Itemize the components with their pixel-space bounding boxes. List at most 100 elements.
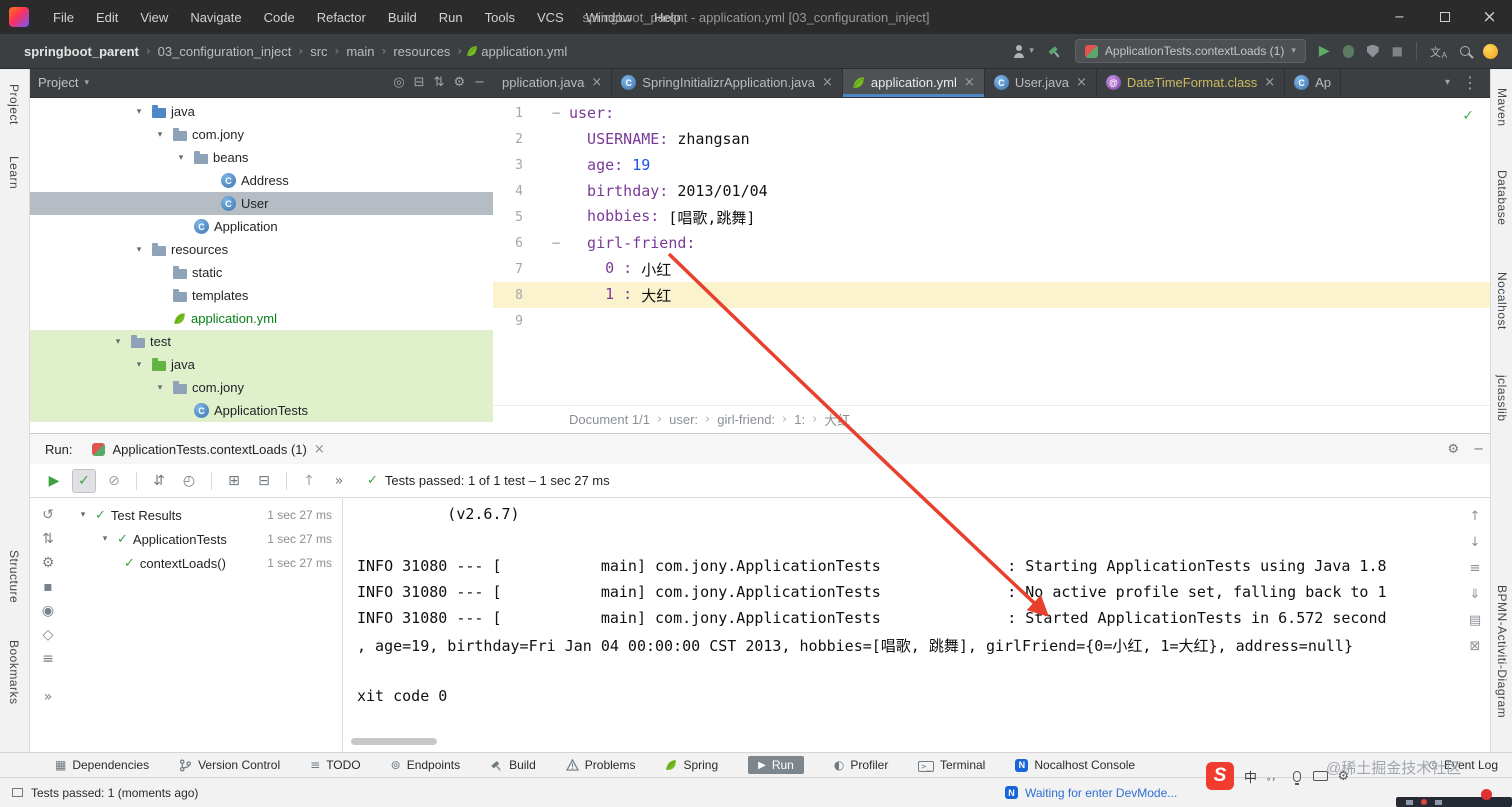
fold-icon[interactable] <box>523 236 569 250</box>
soft-wrap-icon[interactable] <box>1470 561 1481 576</box>
debug-button[interactable] <box>1342 44 1354 58</box>
test-tree-row[interactable]: Test Results 1 sec 27 ms <box>66 503 342 527</box>
search-icon[interactable] <box>1460 46 1470 56</box>
expand-chevron-icon[interactable] <box>152 130 168 140</box>
toolwindow-profiler[interactable]: Profiler <box>834 758 888 772</box>
test-console[interactable]: (v2.6.7) INFO 31080 --- [ main] com.jony… <box>343 499 1460 752</box>
ime-language-toggle[interactable]: 中 <box>1244 767 1257 786</box>
close-icon[interactable] <box>1467 0 1512 34</box>
more-actions-icon[interactable] <box>327 469 351 493</box>
clear-console-icon[interactable] <box>1470 639 1481 654</box>
toggle-layout-icon[interactable] <box>42 531 54 547</box>
toolwindow-nocalhost-console[interactable]: Nocalhost Console <box>1015 758 1135 772</box>
toolwindow-bpmn[interactable]: BPMN-Activiti-Diagram <box>1495 585 1509 718</box>
hide-panel-icon[interactable] <box>1473 442 1484 457</box>
expand-chevron-icon[interactable] <box>131 107 147 117</box>
breadcrumb-file[interactable]: application.yml <box>478 44 570 59</box>
close-icon[interactable] <box>591 75 602 90</box>
tree-row-application-yml[interactable]: application.yml <box>30 307 493 330</box>
scroll-to-end-icon[interactable] <box>1470 587 1481 602</box>
toolwindow-problems[interactable]: Problems <box>565 758 635 772</box>
ime-punctuation-toggle[interactable]: 。， <box>1267 770 1281 783</box>
microphone-icon[interactable] <box>1292 770 1301 785</box>
print-icon[interactable] <box>1469 613 1481 628</box>
close-icon[interactable] <box>964 75 975 90</box>
menu-item-code[interactable]: Code <box>253 0 306 34</box>
test-settings-icon[interactable] <box>42 555 55 571</box>
tab-datetimeformat-class[interactable]: DateTimeFormat.class <box>1097 68 1286 97</box>
more-icon[interactable] <box>44 689 53 705</box>
breadcrumb-src[interactable]: src <box>307 44 330 59</box>
breadcrumb-index[interactable]: 1: <box>790 412 809 427</box>
show-passed-toggle[interactable] <box>72 468 96 493</box>
sogou-logo-icon[interactable] <box>1206 762 1234 790</box>
chevron-down-icon[interactable] <box>84 78 89 88</box>
menu-item-tools[interactable]: Tools <box>474 0 526 34</box>
expand-chevron-icon[interactable] <box>110 337 126 347</box>
tree-row-java[interactable]: java <box>30 100 493 123</box>
scroll-sync-icon[interactable] <box>434 75 445 90</box>
devmode-status[interactable]: Waiting for enter DevMode... <box>1005 786 1177 800</box>
tree-row-com-jony[interactable]: com.jony <box>30 123 493 146</box>
stop-button[interactable] <box>1392 44 1403 58</box>
menu-item-edit[interactable]: Edit <box>85 0 129 34</box>
toolwindow-endpoints[interactable]: Endpoints <box>391 758 460 772</box>
toolwindow-version-control[interactable]: Version Control <box>179 758 280 772</box>
horizontal-scrollbar[interactable] <box>351 738 437 745</box>
run-configuration-select[interactable]: ApplicationTests.contextLoads (1) <box>1074 39 1306 63</box>
minimize-icon[interactable] <box>1377 0 1422 34</box>
locate-file-icon[interactable] <box>393 75 404 90</box>
menu-item-build[interactable]: Build <box>377 0 428 34</box>
tree-row-beans[interactable]: beans <box>30 146 493 169</box>
capture-icon[interactable] <box>42 603 54 619</box>
hide-panel-icon[interactable] <box>474 75 485 90</box>
code-line[interactable]: 7 0 : 小红 <box>493 256 1490 282</box>
menu-item-navigate[interactable]: Navigate <box>179 0 252 34</box>
close-icon[interactable] <box>1264 75 1275 90</box>
project-panel-title[interactable]: Project <box>38 75 78 90</box>
tab-application-yml[interactable]: application.yml <box>842 68 985 97</box>
close-icon[interactable] <box>822 75 833 90</box>
translate-icon[interactable] <box>1430 44 1447 60</box>
tree-row-templates[interactable]: templates <box>30 284 493 307</box>
tab-clipped[interactable]: Ap <box>1285 68 1342 97</box>
status-message[interactable]: Tests passed: 1 (moments ago) <box>12 786 198 800</box>
toolwindow-learn[interactable]: Learn <box>7 156 21 189</box>
sort-alphabetically-icon[interactable] <box>147 469 171 493</box>
tree-row-user[interactable]: User <box>30 192 493 215</box>
toolwindow-spring[interactable]: Spring <box>665 758 718 772</box>
tree-row-resources[interactable]: resources <box>30 238 493 261</box>
code-editor[interactable]: 1 user: 2 USERNAME: zhangsan 3 age: 19 4 … <box>493 98 1490 405</box>
run-button[interactable] <box>1319 43 1330 59</box>
menu-item-refactor[interactable]: Refactor <box>306 0 377 34</box>
tree-row-test-com-jony[interactable]: com.jony <box>30 376 493 399</box>
breadcrumb-user[interactable]: user: <box>665 412 702 427</box>
menu-item-file[interactable]: File <box>42 0 85 34</box>
test-tree-row[interactable]: contextLoads() 1 sec 27 ms <box>66 551 342 575</box>
expand-chevron-icon[interactable] <box>173 153 189 163</box>
expand-chevron-icon[interactable] <box>131 245 147 255</box>
collapse-all-icon[interactable] <box>252 469 276 493</box>
breadcrumb-module[interactable]: 03_configuration_inject <box>155 44 295 59</box>
tree-row-test[interactable]: test <box>30 330 493 353</box>
expand-chevron-icon[interactable] <box>98 534 112 544</box>
code-line[interactable]: 3 age: 19 <box>493 152 1490 178</box>
code-line[interactable]: 2 USERNAME: zhangsan <box>493 126 1490 152</box>
notification-dot-icon[interactable] <box>1483 43 1498 59</box>
scroll-up-icon[interactable] <box>1470 509 1481 524</box>
tree-row-test-java[interactable]: java <box>30 353 493 376</box>
close-icon[interactable] <box>1076 75 1087 90</box>
toolwindow-nocalhost[interactable]: Nocalhost <box>1495 272 1509 330</box>
profile-button[interactable] <box>1012 44 1034 58</box>
toolwindow-jclasslib[interactable]: jclasslib <box>1495 375 1509 422</box>
toolwindow-todo[interactable]: TODO <box>310 758 360 772</box>
breadcrumb-project[interactable]: springboot_parent <box>21 44 142 59</box>
ignore-toggle[interactable] <box>102 469 126 493</box>
previous-failed-icon[interactable] <box>297 469 321 493</box>
coverage-button[interactable] <box>1366 44 1379 58</box>
menu-item-vcs[interactable]: VCS <box>526 0 575 34</box>
more-options-icon[interactable] <box>1462 73 1478 92</box>
breadcrumb-resources[interactable]: resources <box>390 44 453 59</box>
toolwindow-maven[interactable]: Maven <box>1495 88 1509 127</box>
scroll-down-icon[interactable] <box>1470 535 1481 550</box>
